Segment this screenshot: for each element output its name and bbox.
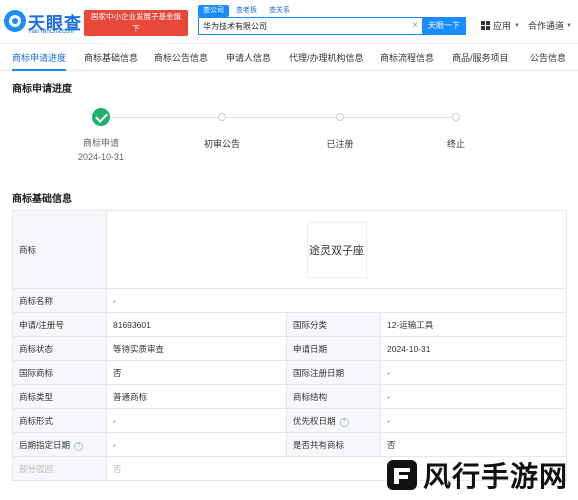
watermark-text: 风行手游网 — [422, 460, 568, 493]
step-label: 已注册 — [326, 139, 354, 149]
help-icon[interactable]: ? — [74, 441, 84, 451]
field-value: 否 — [379, 432, 568, 457]
table-row: 申请/注册号 81693601 国际分类 12-运输工具 — [12, 312, 568, 337]
field-value: - — [106, 408, 287, 433]
application-progress: 商标申请 2024-10-31 初审公告 已注册 终止 — [0, 100, 578, 170]
field-label: 申请日期 — [286, 336, 381, 361]
table-row: 商标类型 普通商标 商标结构 - — [12, 384, 568, 409]
progress-step-registered: 已注册 — [295, 100, 385, 150]
tab-process-info[interactable]: 商标流程信息 — [380, 45, 434, 71]
field-value: - — [379, 408, 568, 433]
field-value: - — [105, 288, 568, 313]
field-value: - — [379, 384, 568, 409]
clear-icon[interactable]: × — [412, 20, 418, 32]
search-tab-relation[interactable]: 查关系 — [264, 5, 295, 17]
search-type-tabs: 查公司 查老板 查关系 — [198, 5, 295, 17]
field-value: 81693601 — [106, 312, 287, 337]
cooperate-label: 合作通道 — [528, 21, 565, 31]
basic-section-title: 商标基础信息 — [12, 194, 72, 205]
step-dot — [218, 113, 226, 121]
tab-notice-info[interactable]: 公告信息 — [530, 45, 566, 71]
progress-step-terminated: 终止 — [411, 100, 501, 150]
tab-application-progress[interactable]: 商标申请进度 — [12, 45, 67, 71]
field-value: 2024-10-31 — [379, 336, 568, 361]
step-dot — [452, 113, 460, 121]
trademark-image[interactable]: 途灵双子座 — [306, 221, 367, 278]
field-label: 商标名称 — [12, 288, 107, 313]
check-circle-icon — [92, 108, 110, 126]
cooperate-menu[interactable]: 合作通道 ▼ — [528, 19, 572, 32]
field-label: 商标结构 — [286, 384, 381, 409]
table-row: 商标状态 等待实质审查 申请日期 2024-10-31 — [12, 336, 568, 361]
step-date: 2024-10-31 — [77, 152, 125, 162]
apps-grid-icon — [481, 21, 490, 30]
table-row: 商标形式 - 优先权日期? - — [12, 408, 568, 433]
tab-announcement-info[interactable]: 商标公告信息 — [154, 45, 208, 71]
field-value: - — [106, 432, 287, 457]
step-dot — [336, 113, 344, 121]
search-tab-boss[interactable]: 查老板 — [231, 5, 262, 17]
apps-menu[interactable]: 应用 ▼ — [481, 19, 520, 32]
progress-section-title: 商标申请进度 — [12, 84, 72, 95]
tab-agency-info[interactable]: 代理/办理机构信息 — [289, 45, 364, 71]
search-tab-company[interactable]: 查公司 — [198, 5, 229, 17]
field-label: 商标类型 — [12, 384, 107, 409]
chevron-down-icon: ▼ — [514, 22, 520, 29]
field-label: 是否共有商标 — [286, 432, 381, 457]
field-label: 优先权日期? — [286, 408, 381, 433]
top-header: 天眼查 TianYanCha.com 国家中小企业发展子基金旗下 官方备案企业征… — [0, 0, 578, 45]
field-label: 部分驳回 — [12, 456, 107, 481]
promo-banner[interactable]: 国家中小企业发展子基金旗下 官方备案企业征信机构 — [84, 10, 188, 45]
search-input[interactable] — [203, 18, 403, 34]
watermark-logo-icon — [386, 460, 417, 490]
tab-goods-services[interactable]: 商品/服务项目 — [452, 45, 509, 71]
table-row: 国际商标 否 国际注册日期 - — [12, 360, 568, 385]
step-label: 商标申请 — [82, 138, 119, 148]
help-icon[interactable]: ? — [339, 417, 349, 427]
site-watermark: 风行手游网 — [385, 455, 568, 495]
field-label: 国际分类 — [286, 312, 381, 337]
table-row: 商标 途灵双子座 — [12, 210, 568, 289]
field-label: 商标状态 — [12, 336, 107, 361]
tab-applicant-info[interactable]: 申请人信息 — [226, 45, 271, 71]
progress-step-preliminary: 初审公告 — [177, 100, 267, 150]
table-row: 后期指定日期? - 是否共有商标 否 — [12, 432, 568, 457]
search-button[interactable]: 天眼一下 — [422, 17, 466, 35]
trademark-info-table: 商标 途灵双子座 商标名称 - 申请/注册号 81693601 国际分类 12-… — [12, 210, 568, 481]
field-label: 商标形式 — [12, 408, 107, 433]
logo-url: TianYanCha.com — [28, 29, 74, 35]
progress-track — [102, 117, 458, 118]
apps-label: 应用 — [493, 21, 512, 31]
field-label: 国际商标 — [12, 360, 107, 385]
later-designation-label: 后期指定日期 — [19, 439, 71, 450]
field-value: 否 — [106, 360, 287, 385]
field-label: 申请/注册号 — [12, 312, 107, 337]
chevron-down-icon: ▼ — [566, 22, 572, 29]
logo-eye-icon — [4, 10, 26, 32]
search-box: × — [198, 17, 422, 35]
trademark-label: 商标 — [12, 210, 107, 289]
promo-line-1: 国家中小企业发展子基金旗下 — [91, 12, 181, 33]
tianyancha-logo[interactable]: 天眼查 TianYanCha.com — [4, 8, 82, 38]
field-value: 等待实质审查 — [106, 336, 287, 361]
field-label: 国际注册日期 — [286, 360, 381, 385]
step-label: 终止 — [446, 139, 465, 149]
field-label: 后期指定日期? — [12, 432, 107, 457]
tab-basic-info[interactable]: 商标基础信息 — [84, 45, 138, 71]
priority-date-label: 优先权日期 — [293, 415, 336, 426]
table-row: 商标名称 - — [12, 288, 568, 313]
step-label: 初审公告 — [203, 139, 240, 149]
field-value: - — [379, 360, 568, 385]
field-value: 普通商标 — [106, 384, 287, 409]
section-tabs: 商标申请进度 商标基础信息 商标公告信息 申请人信息 代理/办理机构信息 商标流… — [0, 45, 578, 71]
field-value: 12-运输工具 — [379, 312, 568, 337]
progress-step-applied: 商标申请 2024-10-31 — [56, 100, 146, 162]
